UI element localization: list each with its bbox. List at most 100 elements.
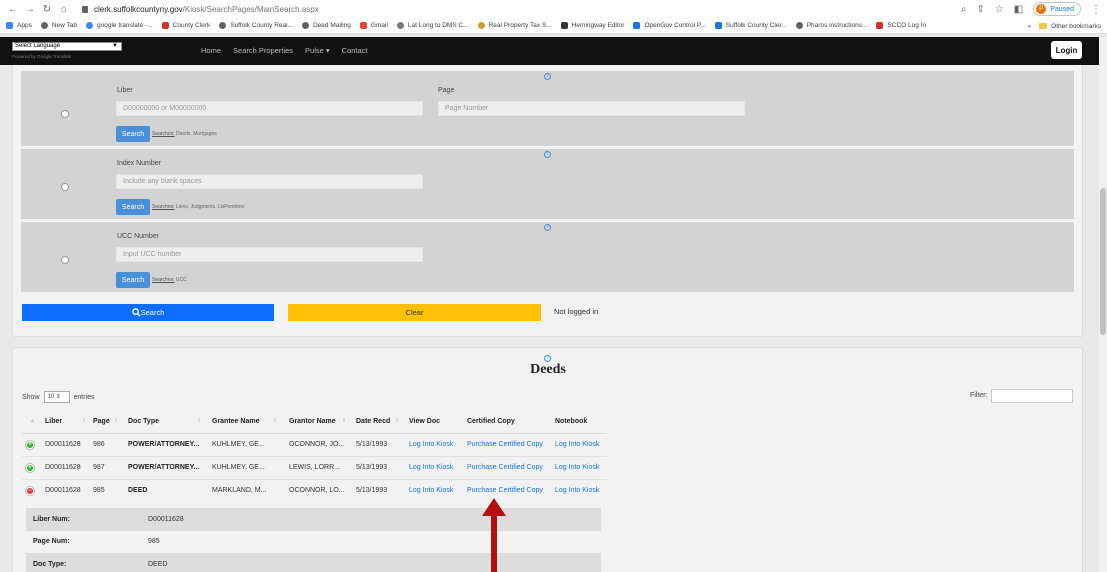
sort-icon[interactable]: ⇕ — [82, 418, 86, 424]
browser-toolbar: ← → ↻ ⌂ clerk.suffolkcountyny.gov/Kiosk/… — [0, 0, 1107, 18]
sort-icon[interactable]: ⇕ — [342, 418, 346, 424]
entries-label: entries — [73, 393, 95, 401]
opengov-icon — [714, 22, 722, 29]
bookmark-lat-long[interactable]: Lat Long to DMS C... — [396, 22, 469, 29]
help-icon[interactable]: ? — [544, 224, 551, 231]
language-select-value: Select Language — [15, 43, 61, 49]
sort-icon[interactable]: ⇕ — [273, 418, 277, 424]
cell-page: 986 — [93, 441, 105, 448]
url-path: /Kiosk/SearchPages/MainSearch.aspx — [182, 4, 319, 14]
zoom-icon[interactable]: ⌕ — [961, 4, 967, 15]
clear-button[interactable]: Clear — [288, 304, 541, 321]
bookmark-gmail[interactable]: Gmail — [359, 22, 388, 29]
cell-grantee: MARKLAND, M... — [212, 487, 267, 494]
liber-input[interactable]: D00000000 or M00000000 — [116, 101, 423, 116]
index-radio[interactable] — [61, 183, 69, 191]
notebook-link[interactable]: Log Into Kiosk — [555, 487, 599, 494]
bookmark-star-icon[interactable]: ☆ — [995, 4, 1004, 15]
col-grantee-name[interactable]: Grantee Name — [212, 418, 259, 425]
search-all-button[interactable]: Search — [22, 304, 274, 321]
apps-grid-icon — [6, 22, 13, 29]
view-doc-link[interactable]: Log Into Kiosk — [409, 464, 453, 471]
ucc-search-button[interactable]: Search — [116, 272, 150, 288]
bookmark-county-clerk[interactable]: County Clerk — [161, 22, 210, 29]
collapse-row-icon[interactable]: − — [26, 487, 34, 495]
purchase-certified-copy-link[interactable]: Purchase Certified Copy — [467, 441, 543, 448]
reload-icon[interactable]: ↻ — [40, 4, 54, 15]
index-search-button[interactable]: Search — [116, 199, 150, 215]
lock-icon — [82, 5, 88, 13]
menu-kebab-icon[interactable]: ⋮ — [1091, 4, 1101, 15]
share-icon[interactable]: ⇪ — [976, 4, 984, 15]
deeds-title: Deeds — [530, 362, 566, 377]
bookmark-suffolk-clerk[interactable]: Suffolk County Cler... — [714, 22, 787, 29]
profile-button[interactable]: P Paused — [1033, 2, 1081, 16]
col-grantor-name[interactable]: Grantor Name — [289, 418, 336, 425]
notebook-link[interactable]: Log Into Kiosk — [555, 464, 599, 471]
scrollbar-thumb[interactable] — [1100, 188, 1106, 335]
home-icon[interactable]: ⌂ — [57, 4, 71, 15]
flag-icon — [161, 22, 169, 29]
sort-icon[interactable]: ⇕ — [114, 418, 118, 424]
bookmark-apps[interactable]: Apps — [6, 22, 32, 29]
side-panel-icon[interactable]: ◧ — [1014, 4, 1023, 15]
bookmark-deed-mailing[interactable]: Deed Mailing — [301, 22, 351, 29]
liber-radio[interactable] — [61, 110, 69, 118]
col-date-recd[interactable]: Date Recd — [356, 418, 390, 425]
ucc-input[interactable]: Input UCC number — [116, 247, 423, 262]
searches-label: Searches: — [152, 204, 175, 210]
bookmark-hemingway[interactable]: Hemingway Editor — [560, 22, 624, 29]
purchase-certified-copy-link[interactable]: Purchase Certified Copy — [467, 464, 543, 471]
sort-icon[interactable]: ⇕ — [197, 418, 201, 424]
entries-select[interactable]: 10 ⇕ — [43, 391, 70, 403]
ucc-radio[interactable] — [61, 256, 69, 264]
help-icon[interactable]: ? — [544, 73, 551, 80]
sort-icon[interactable]: ⇕ — [395, 418, 399, 424]
bookmark-label: google translate -... — [97, 22, 153, 29]
back-icon[interactable]: ← — [6, 4, 20, 15]
view-doc-link[interactable]: Log Into Kiosk — [409, 487, 453, 494]
bookmark-opengov[interactable]: OpenGov Control P... — [633, 22, 706, 29]
bookmark-pharos[interactable]: Pharos instructions... — [795, 22, 867, 29]
nav-contact[interactable]: Contact — [342, 46, 368, 55]
index-input[interactable]: Include any blank spaces — [116, 174, 423, 189]
bookmarks-overflow[interactable]: » — [1028, 23, 1032, 30]
nav-search-properties[interactable]: Search Properties — [233, 46, 293, 55]
bookmark-label: Suffolk County Cler... — [725, 22, 787, 29]
view-doc-link[interactable]: Log Into Kiosk — [409, 441, 453, 448]
bookmark-real-property[interactable]: Real Property Tax S... — [477, 22, 552, 29]
liber-search-button[interactable]: Search — [116, 126, 150, 142]
detail-row-shaded — [26, 508, 601, 531]
bookmark-google-translate[interactable]: google translate -... — [86, 22, 153, 29]
col-page[interactable]: Page — [93, 418, 110, 425]
sort-arrows-icon: ⇕ — [55, 394, 61, 400]
address-bar[interactable]: clerk.suffolkcountyny.gov/Kiosk/SearchPa… — [82, 5, 319, 14]
login-button[interactable]: Login — [1051, 41, 1082, 59]
index-searches-note: Searches: Liens, Judgments, LisPendens — [152, 204, 244, 210]
globe-icon — [795, 22, 803, 29]
expand-row-icon[interactable]: + — [26, 441, 34, 449]
other-bookmarks[interactable]: Other bookmarks — [1051, 23, 1101, 30]
bookmark-suffolk-real[interactable]: Suffolk County Real... — [219, 22, 293, 29]
help-icon[interactable]: ? — [544, 355, 551, 362]
notebook-link[interactable]: Log Into Kiosk — [555, 441, 599, 448]
sort-asc-icon[interactable]: ▲ — [30, 418, 35, 424]
cell-doc-type: DEED — [128, 487, 148, 494]
nav-pulse[interactable]: Pulse ▾ — [305, 46, 330, 55]
bookmark-new-tab[interactable]: New Tab — [40, 22, 77, 29]
purchase-certified-copy-link[interactable]: Purchase Certified Copy — [467, 487, 543, 494]
filter-input[interactable] — [991, 389, 1073, 403]
searches-label: Searches: — [152, 131, 175, 137]
nav-home[interactable]: Home — [201, 46, 221, 55]
col-doc-type[interactable]: Doc Type — [128, 418, 159, 425]
index-label: Index Number — [117, 160, 161, 167]
language-select[interactable]: Select Language ▼ — [12, 42, 122, 51]
cell-grantor: OCONNOR, LO... — [289, 487, 345, 494]
col-liber[interactable]: Liber — [45, 418, 62, 425]
bookmark-scco-login[interactable]: SCCO Log In — [876, 22, 926, 29]
forward-icon[interactable]: → — [23, 4, 37, 15]
help-icon[interactable]: ? — [544, 151, 551, 158]
page-input[interactable]: Page Number — [438, 101, 745, 116]
expand-row-icon[interactable]: + — [26, 464, 34, 472]
globe-icon — [40, 22, 48, 29]
